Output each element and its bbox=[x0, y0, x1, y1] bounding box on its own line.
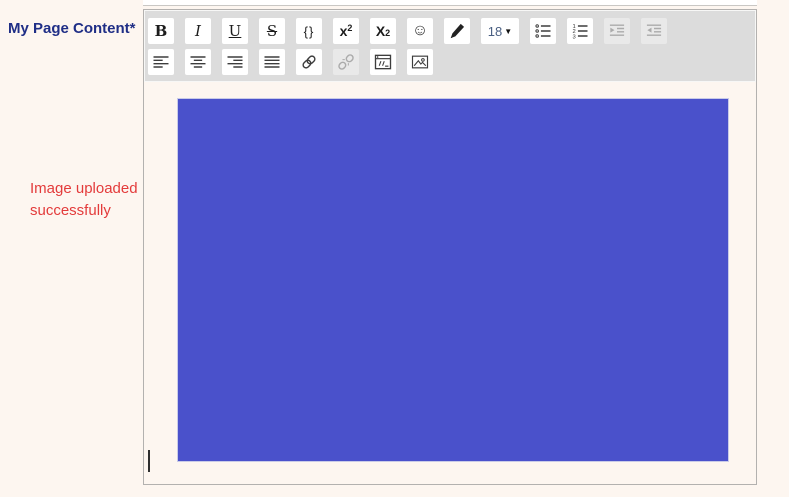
align-right-button[interactable] bbox=[222, 49, 248, 75]
chevron-down-icon: ▼ bbox=[504, 26, 513, 36]
toolbar-row-1: B I U S {} x2 X2 ☺ 18 ▼ 1 2 3 bbox=[148, 18, 753, 44]
bulleted-list-button[interactable] bbox=[530, 18, 556, 44]
image-icon bbox=[411, 55, 429, 69]
font-size-value: 18 bbox=[487, 23, 503, 39]
uploaded-image[interactable] bbox=[177, 98, 729, 462]
svg-text:3: 3 bbox=[573, 35, 576, 41]
italic-icon: I bbox=[195, 21, 201, 40]
unlink-button[interactable] bbox=[333, 49, 359, 75]
bold-button[interactable]: B bbox=[148, 18, 174, 44]
unlink-icon bbox=[338, 54, 354, 70]
smiley-icon: ☺ bbox=[411, 22, 429, 39]
subscript-icon: X2 bbox=[375, 23, 391, 39]
previous-field-bottom-edge bbox=[143, 0, 757, 6]
justify-button[interactable] bbox=[259, 49, 285, 75]
superscript-button[interactable]: x2 bbox=[333, 18, 359, 44]
pen-icon bbox=[450, 23, 465, 39]
align-center-icon bbox=[190, 56, 206, 68]
text-caret bbox=[148, 450, 150, 472]
align-right-icon bbox=[227, 56, 243, 68]
underline-button[interactable]: U bbox=[222, 18, 248, 44]
strikethrough-icon: S bbox=[266, 21, 278, 40]
insert-image-button[interactable] bbox=[407, 49, 433, 75]
editor-content-area[interactable] bbox=[144, 82, 756, 485]
align-left-icon bbox=[153, 56, 169, 68]
editor-toolbar: B I U S {} x2 X2 ☺ 18 ▼ 1 2 3 bbox=[144, 10, 756, 82]
emoji-button[interactable]: ☺ bbox=[407, 18, 433, 44]
field-label: My Page Content* bbox=[8, 20, 136, 37]
pen-color-button[interactable] bbox=[444, 18, 470, 44]
underline-icon: U bbox=[228, 21, 242, 40]
numbered-list-icon: 1 2 3 bbox=[573, 24, 588, 41]
code-snippet-button[interactable]: {} bbox=[296, 18, 322, 44]
italic-button[interactable]: I bbox=[185, 18, 211, 44]
outdent-icon bbox=[646, 24, 662, 36]
source-code-button[interactable] bbox=[370, 49, 396, 75]
indent-button[interactable] bbox=[604, 18, 630, 44]
toolbar-row-2 bbox=[148, 49, 753, 75]
link-button[interactable] bbox=[296, 49, 322, 75]
align-center-button[interactable] bbox=[185, 49, 211, 75]
numbered-list-button[interactable]: 1 2 3 bbox=[567, 18, 593, 44]
rich-text-editor: B I U S {} x2 X2 ☺ 18 ▼ 1 2 3 bbox=[143, 9, 757, 485]
font-size-dropdown[interactable]: 18 ▼ bbox=[481, 18, 519, 44]
justify-icon bbox=[264, 56, 280, 68]
superscript-icon: x2 bbox=[339, 23, 353, 39]
subscript-button[interactable]: X2 bbox=[370, 18, 396, 44]
curly-braces-icon: {} bbox=[303, 23, 315, 39]
bold-icon: B bbox=[154, 21, 168, 40]
align-left-button[interactable] bbox=[148, 49, 174, 75]
outdent-button[interactable] bbox=[641, 18, 667, 44]
bulleted-list-icon bbox=[535, 24, 551, 38]
indent-icon bbox=[609, 24, 625, 36]
link-icon bbox=[302, 55, 316, 69]
strikethrough-button[interactable]: S bbox=[259, 18, 285, 44]
source-window-icon bbox=[374, 54, 392, 70]
